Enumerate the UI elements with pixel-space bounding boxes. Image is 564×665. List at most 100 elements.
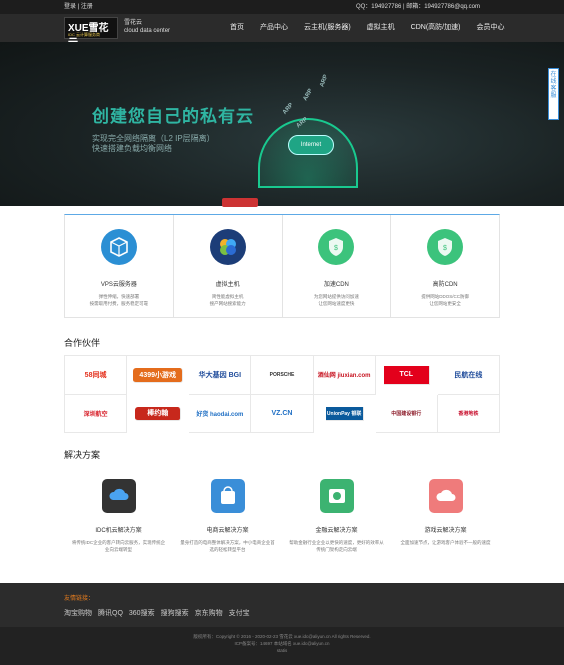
- friend-link[interactable]: 京东购物: [195, 608, 223, 618]
- service-desc: 弹性伸缩，快速部署 按需取用付费，服务稳定可靠: [65, 293, 173, 307]
- service-desc: 提供网站DDOS/CC防御 让您网站更安全: [391, 293, 499, 307]
- service-desc: 为您网站提供访问加速 让您网站速度更快: [283, 293, 391, 307]
- partner-logo[interactable]: 棒约翰: [135, 406, 182, 421]
- solution-title: IDC机云解决方案: [95, 528, 142, 534]
- nav-cdn[interactable]: CDN(高防/加速): [403, 14, 469, 42]
- nav-member[interactable]: 会员中心: [468, 14, 512, 42]
- service-desc-line: 提供网站DDOS/CC防御: [421, 294, 469, 299]
- solutions-heading: 解决方案: [64, 450, 101, 460]
- stat-text: statis: [276, 648, 288, 653]
- server-cloud-icon: [101, 479, 136, 513]
- friend-link[interactable]: 360搜索: [129, 608, 155, 618]
- solution-desc: 量身打造的电商整体解决方案，中小电商企业首选的轻松转型平台: [180, 540, 275, 552]
- partner-logo[interactable]: 中国建设银行: [375, 394, 438, 433]
- friend-links: 淘宝购物 腾讯QQ 360搜索 搜狗搜索 京东购物 支付宝: [64, 608, 250, 618]
- friend-links-section: 友情链接： 淘宝购物 腾讯QQ 360搜索 搜狗搜索 京东购物 支付宝: [0, 583, 564, 627]
- nav-menu: 首页 产品中心 云主机(服务器) 虚拟主机 CDN(高防/加速) 会员中心: [222, 14, 512, 42]
- friend-link[interactable]: 腾讯QQ: [98, 608, 123, 618]
- arp-label: ARP: [319, 74, 330, 88]
- circles-icon: [209, 229, 246, 265]
- service-title: 虚拟主机: [215, 282, 240, 288]
- service-desc-line: 弹性伸缩，快速部署: [98, 294, 140, 299]
- friend-links-label: 友情链接：: [64, 596, 95, 602]
- internet-cloud-icon: Internet: [288, 135, 334, 155]
- hero-banner[interactable]: 创建您自己的私有云 实现完全网络隔离（L2 IP层隔离） 快速搭建负载均衡网络 …: [0, 42, 564, 207]
- login-link[interactable]: 登录: [64, 4, 76, 10]
- arp-label: ARP: [302, 88, 315, 102]
- solution-desc: 将传统IDC企业的客户转向云服务，实现传统企业向云端转型: [71, 540, 166, 552]
- service-title: VPS云服务器: [100, 282, 137, 288]
- solution-title: 电商云解决方案: [206, 528, 249, 534]
- partner-logo[interactable]: TCL: [383, 366, 430, 385]
- solution-game[interactable]: 游戏云解决方案 全面加速节点，让游戏客户体验不一般的速度: [391, 465, 500, 571]
- nav-cloud-server[interactable]: 云主机(服务器): [296, 14, 359, 42]
- partner-logo[interactable]: 华大基因 BGI: [189, 356, 252, 395]
- partners-heading: 合作伙伴: [64, 338, 101, 348]
- solution-finance[interactable]: 金融云解决方案 帮助金融行业企业以更快的速度，更好的效率从传统门架构走向云端: [282, 465, 391, 571]
- service-desc-line: 简性能虚拟主机: [211, 294, 244, 299]
- friend-link[interactable]: 支付宝: [229, 608, 250, 618]
- register-link[interactable]: 注册: [81, 4, 93, 10]
- partner-logo[interactable]: 酒仙网 jiuxian.com: [313, 356, 376, 395]
- solutions-row: IDC机云解决方案 将传统IDC企业的客户转向云服务，实现传统企业向云端转型 电…: [64, 465, 500, 571]
- arp-label: ARP: [281, 102, 295, 116]
- shopping-bag-icon: [210, 479, 245, 513]
- site-logo[interactable]: XUE雪花云 IDC 云计算服务商: [64, 17, 118, 49]
- partner-logo[interactable]: 好货 haodai.com: [189, 394, 252, 433]
- router-icon: [222, 198, 258, 207]
- partner-logo[interactable]: UnionPay 银联: [325, 406, 364, 421]
- partner-logo[interactable]: 4399小游戏: [133, 368, 184, 383]
- logo-subtext: IDC 云计算服务商: [68, 32, 100, 37]
- solution-ecommerce[interactable]: 电商云解决方案 量身打造的电商整体解决方案，中小电商企业首选的轻松转型平台: [173, 465, 282, 571]
- copyright-footer: 版权所有：Copyright © 2016 - 2020-02-23 雪花云 x…: [0, 627, 564, 665]
- hero-line-2: 快速搭建负载均衡网络: [92, 144, 172, 153]
- contact-info: QQ：194927786 | 邮箱：194927786@qq.com: [355, 4, 480, 10]
- svg-text:$: $: [334, 245, 338, 252]
- partner-logo[interactable]: 深圳航空: [65, 394, 128, 433]
- solution-desc: 全面加速节点，让游戏客户体验不一般的速度: [400, 540, 491, 545]
- partner-logo[interactable]: VZ.CN: [251, 394, 314, 433]
- solution-idc[interactable]: IDC机云解决方案 将传统IDC企业的客户转向云服务，实现传统企业向云端转型: [64, 465, 173, 571]
- service-title: 加速CDN: [323, 282, 349, 288]
- solution-desc: 帮助金融行业企业以更快的速度，更好的效率从传统门架构走向云端: [289, 540, 384, 552]
- copyright-text: 版权所有：Copyright © 2016 - 2020-02-23 雪花云 x…: [193, 634, 371, 639]
- service-desc-line: 按需取用付费，服务稳定可靠: [89, 301, 149, 306]
- service-desc-line: 让您网站更安全: [429, 301, 461, 306]
- service-desc-line: 搜产网站搜索能力: [209, 301, 246, 306]
- service-desc-line: 让您网站速度更快: [318, 301, 355, 306]
- services-row: VPS云服务器 弹性伸缩，快速部署 按需取用付费，服务稳定可靠 虚拟主机 简性能…: [64, 214, 500, 318]
- partners-grid: 58同城 4399小游戏 华大基因 BGI PORSCHE 酒仙网 jiuxia…: [64, 355, 500, 433]
- hero-line-1: 实现完全网络隔离（L2 IP层隔离）: [92, 134, 215, 143]
- box-icon: [100, 229, 137, 265]
- friend-link[interactable]: 搜狗搜索: [161, 608, 189, 618]
- brand-cn: 雪花云: [124, 20, 143, 26]
- nav-home[interactable]: 首页: [222, 14, 252, 42]
- top-bar: 登录 | 注册 QQ：194927786 | 邮箱：194927786@qq.c…: [0, 0, 564, 14]
- service-desc: 简性能虚拟主机 搜产网站搜索能力: [174, 293, 282, 307]
- brand-text: 雪花云 cloud data center: [124, 19, 170, 35]
- shield-icon: $: [318, 229, 355, 265]
- partner-logo[interactable]: 58同城: [65, 356, 128, 395]
- hero-subtitle: 实现完全网络隔离（L2 IP层隔离） 快速搭建负载均衡网络: [92, 134, 215, 154]
- service-vps[interactable]: VPS云服务器 弹性伸缩，快速部署 按需取用付费，服务稳定可靠: [65, 215, 174, 317]
- partner-logo[interactable]: PORSCHE: [251, 356, 314, 395]
- service-ddos-cdn[interactable]: $ 高防CDN 提供网站DDOS/CC防御 让您网站更安全: [391, 215, 499, 317]
- main-nav: XUE雪花云 IDC 云计算服务商 雪花云 cloud data center …: [0, 14, 564, 49]
- shield-icon: $: [427, 229, 464, 265]
- nav-virtual-host[interactable]: 虚拟主机: [359, 14, 403, 42]
- brand-en: cloud data center: [124, 28, 171, 34]
- svg-text:$: $: [443, 245, 447, 252]
- cloud-money-icon: [319, 479, 354, 513]
- service-virtual-host[interactable]: 虚拟主机 简性能虚拟主机 搜产网站搜索能力: [174, 215, 283, 317]
- friend-link[interactable]: 淘宝购物: [64, 608, 92, 618]
- partner-logo[interactable]: 民航在线: [437, 356, 500, 395]
- service-desc-line: 为您网站提供访问加速: [313, 294, 359, 299]
- service-title: 高防CDN: [432, 282, 458, 288]
- hero-title: 创建您自己的私有云: [92, 107, 254, 126]
- service-cdn[interactable]: $ 加速CDN 为您网站提供访问加速 让您网站速度更快: [283, 215, 392, 317]
- online-service-button[interactable]: 在线客服: [548, 68, 559, 120]
- solution-title: 游戏云解决方案: [424, 528, 467, 534]
- nav-products[interactable]: 产品中心: [252, 14, 296, 42]
- icp-text: ICP备案号：14697 本站域名 xue.idc@aliyun.cn: [234, 641, 330, 646]
- partner-logo[interactable]: 香港地铁: [437, 394, 500, 433]
